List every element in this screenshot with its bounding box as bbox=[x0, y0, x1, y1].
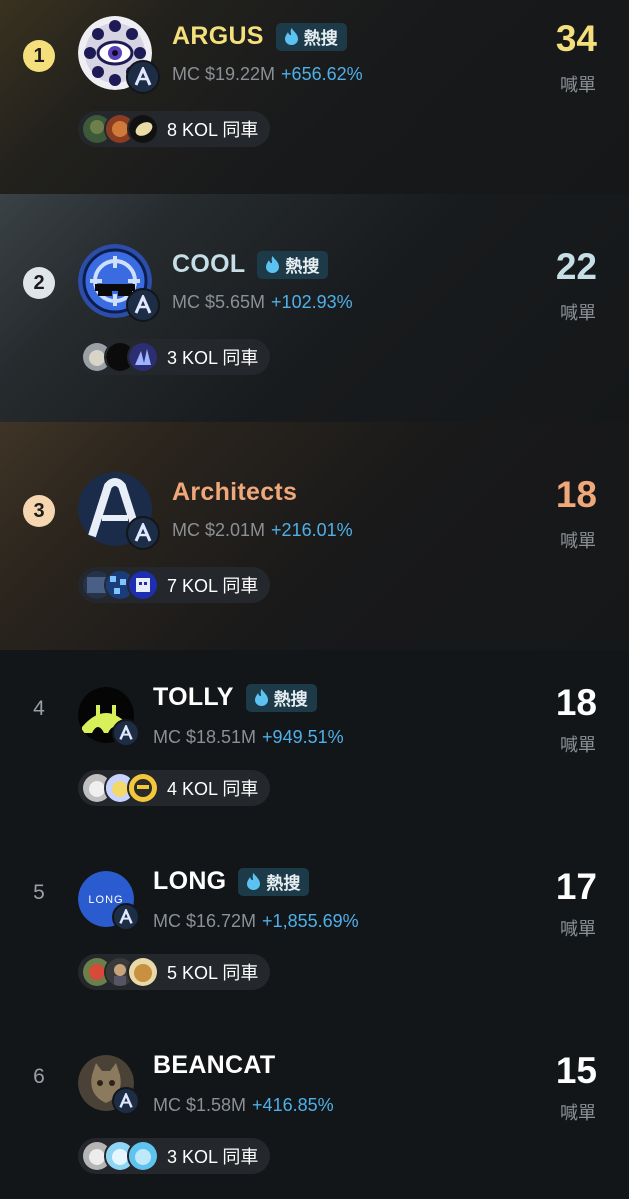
market-cap-line: MC $2.01M +216.01% bbox=[172, 520, 353, 541]
market-cap-line: MC $18.51M +949.51% bbox=[153, 727, 344, 748]
kol-avatar-icon bbox=[127, 956, 159, 988]
call-count-label: 喊單 bbox=[560, 919, 596, 939]
kol-pill[interactable]: 3 KOL 同車 bbox=[78, 1138, 271, 1174]
market-cap: MC $16.72M bbox=[153, 911, 257, 931]
kol-avatar-icon bbox=[127, 772, 159, 804]
call-count: 15 bbox=[555, 1050, 597, 1091]
kol-avatar-icon bbox=[127, 341, 159, 373]
call-count: 22 bbox=[555, 246, 597, 287]
market-cap-line: MC $5.65M +102.93% bbox=[172, 292, 353, 313]
token-name: ARGUS bbox=[172, 22, 264, 50]
flame-icon bbox=[266, 256, 280, 273]
call-count: 18 bbox=[555, 682, 597, 723]
leaderboard-list: 1 ARGUS 熱搜 MC $19.22M +656.62% 8 KOL 同車 … bbox=[0, 0, 629, 1199]
market-cap-line: MC $16.72M +1,855.69% bbox=[153, 911, 359, 932]
hot-badge: 熱搜 bbox=[245, 683, 317, 712]
platform-badge-icon bbox=[112, 719, 140, 747]
kol-pill[interactable]: 5 KOL 同車 bbox=[78, 954, 271, 990]
leaderboard-row[interactable]: 4 TOLLY 熱搜 MC $18.51M +949.51% 4 KOL 同車 … bbox=[0, 650, 629, 834]
token-avatar[interactable] bbox=[78, 687, 140, 747]
flame-icon bbox=[254, 689, 268, 706]
flame-icon bbox=[284, 28, 298, 45]
call-count: 18 bbox=[555, 474, 597, 515]
call-count: 17 bbox=[555, 866, 597, 907]
kol-count: 7 KOL 同車 bbox=[167, 576, 259, 596]
call-count-label: 喊單 bbox=[560, 75, 596, 95]
token-name: COOL bbox=[172, 250, 246, 278]
token-name: TOLLY bbox=[153, 683, 234, 711]
rank-badge: 1 bbox=[23, 40, 55, 72]
platform-badge-icon bbox=[126, 60, 160, 94]
leaderboard-row[interactable]: 5 LONG LONG 熱搜 MC $16.72M +1,855.69% 5 K… bbox=[0, 834, 629, 1018]
rank-number: 5 bbox=[33, 881, 45, 904]
platform-badge-icon bbox=[112, 1087, 140, 1115]
percent-change: +656.62% bbox=[281, 64, 363, 84]
market-cap: MC $19.22M bbox=[172, 64, 276, 84]
rank-badge: 2 bbox=[23, 267, 55, 299]
token-avatar[interactable] bbox=[78, 1055, 140, 1115]
rank-number: 6 bbox=[33, 1065, 45, 1088]
hot-badge: 熱搜 bbox=[238, 867, 310, 896]
rank-badge: 3 bbox=[23, 495, 55, 527]
call-count-label: 喊單 bbox=[560, 735, 596, 755]
kol-pill[interactable]: 4 KOL 同車 bbox=[78, 770, 271, 806]
percent-change: +216.01% bbox=[271, 520, 353, 540]
kol-count: 5 KOL 同車 bbox=[167, 963, 259, 983]
token-name: BEANCAT bbox=[153, 1051, 276, 1079]
market-cap: MC $2.01M bbox=[172, 520, 266, 540]
leaderboard-row[interactable]: 2 COOL 熱搜 MC $5.65M +102.93% 3 KOL 同車 22… bbox=[0, 194, 629, 422]
token-avatar[interactable] bbox=[78, 472, 160, 550]
call-count-label: 喊單 bbox=[560, 531, 596, 551]
percent-change: +1,855.69% bbox=[262, 911, 359, 931]
token-avatar[interactable] bbox=[78, 16, 160, 94]
kol-count: 8 KOL 同車 bbox=[167, 120, 259, 140]
market-cap: MC $5.65M bbox=[172, 292, 266, 312]
kol-count: 3 KOL 同車 bbox=[167, 1147, 259, 1167]
market-cap-line: MC $19.22M +656.62% bbox=[172, 64, 363, 85]
kol-avatar-icon bbox=[127, 1140, 159, 1172]
token-name: Architects bbox=[172, 478, 298, 506]
call-count-label: 喊單 bbox=[560, 303, 596, 323]
flame-icon bbox=[247, 873, 261, 890]
call-count: 34 bbox=[555, 18, 597, 59]
market-cap-line: MC $1.58M +416.85% bbox=[153, 1095, 334, 1116]
kol-avatar-icon bbox=[127, 113, 159, 145]
market-cap: MC $1.58M bbox=[153, 1095, 247, 1115]
platform-badge-icon bbox=[126, 288, 160, 322]
kol-avatar-icon bbox=[127, 569, 159, 601]
leaderboard-row[interactable]: 3 Architects MC $2.01M +216.01% 7 KOL 同車… bbox=[0, 422, 629, 650]
token-name: LONG bbox=[153, 867, 227, 895]
token-avatar[interactable]: LONG bbox=[78, 871, 140, 931]
market-cap: MC $18.51M bbox=[153, 727, 257, 747]
kol-pill[interactable]: 3 KOL 同車 bbox=[78, 339, 271, 375]
platform-badge-icon bbox=[112, 903, 140, 931]
leaderboard-row[interactable]: 1 ARGUS 熱搜 MC $19.22M +656.62% 8 KOL 同車 … bbox=[0, 0, 629, 194]
leaderboard-row[interactable]: 6 BEANCAT MC $1.58M +416.85% 3 KOL 同車 15… bbox=[0, 1018, 629, 1199]
percent-change: +102.93% bbox=[271, 292, 353, 312]
hot-badge: 熱搜 bbox=[275, 22, 347, 51]
hot-badge: 熱搜 bbox=[257, 250, 329, 279]
call-count-label: 喊單 bbox=[560, 1103, 596, 1123]
kol-count: 3 KOL 同車 bbox=[167, 348, 259, 368]
percent-change: +949.51% bbox=[262, 727, 344, 747]
platform-badge-icon bbox=[126, 516, 160, 550]
rank-number: 4 bbox=[33, 697, 45, 720]
kol-pill[interactable]: 7 KOL 同車 bbox=[78, 567, 271, 603]
kol-pill[interactable]: 8 KOL 同車 bbox=[78, 111, 271, 147]
kol-count: 4 KOL 同車 bbox=[167, 779, 259, 799]
token-avatar[interactable] bbox=[78, 244, 160, 322]
percent-change: +416.85% bbox=[252, 1095, 334, 1115]
